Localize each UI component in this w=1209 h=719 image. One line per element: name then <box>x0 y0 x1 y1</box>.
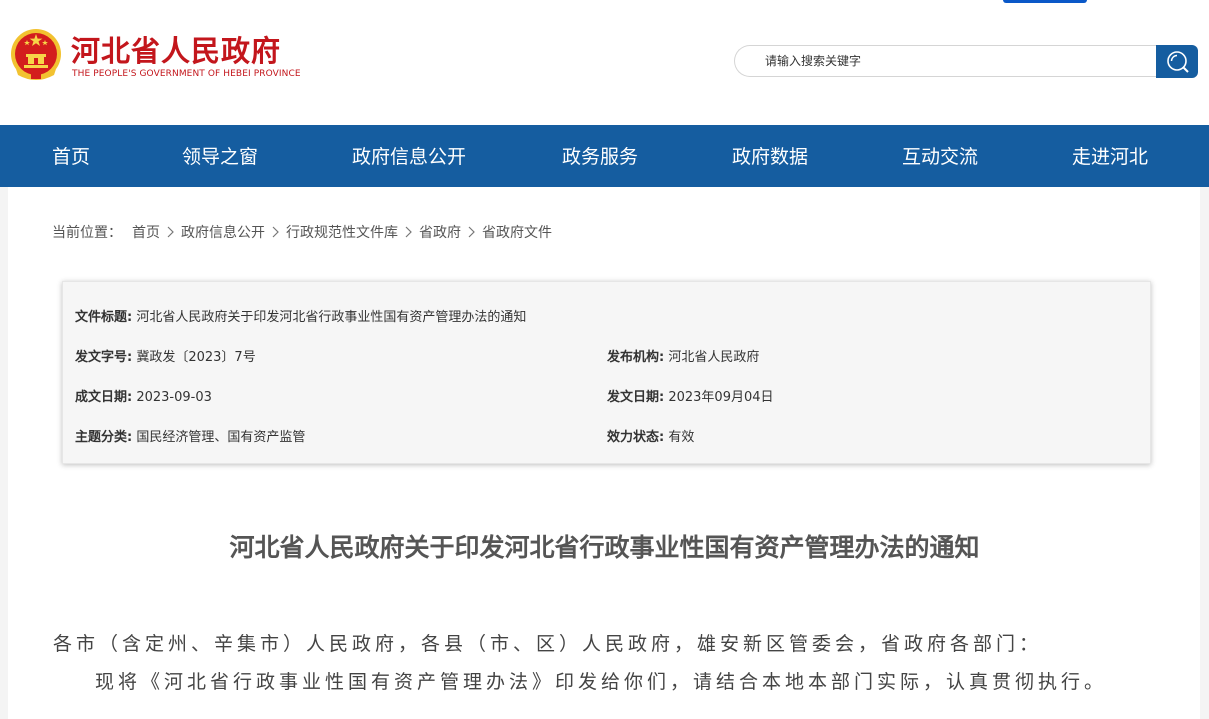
doc-category-label: 主题分类: <box>75 430 133 445</box>
search-box <box>734 45 1156 77</box>
document-info-box: 文件标题: 河北省人民政府关于印发河北省行政事业性国有资产管理办法的通知 发文字… <box>62 281 1151 464</box>
chevron-right-icon <box>167 226 174 238</box>
breadcrumb-gov-info[interactable]: 政府信息公开 <box>181 222 265 242</box>
nav-gov-data[interactable]: 政府数据 <box>732 125 808 187</box>
doc-written-date-value: 2023-09-03 <box>136 390 212 405</box>
doc-written-date-label: 成文日期: <box>75 390 133 405</box>
chevron-right-icon <box>468 226 475 238</box>
doc-issuer-value: 河北省人民政府 <box>668 350 760 365</box>
top-accent-bar <box>1003 0 1087 3</box>
search-icon <box>1167 50 1189 73</box>
site-header: 河北省人民政府 THE PEOPLE'S GOVERNMENT OF HEBEI… <box>0 0 1209 125</box>
nav-home[interactable]: 首页 <box>52 125 90 187</box>
chevron-right-icon <box>272 226 279 238</box>
doc-number-label: 发文字号: <box>75 350 133 365</box>
doc-written-date-row: 成文日期: 2023-09-03 <box>75 386 212 405</box>
breadcrumb-prefix: 当前位置： <box>52 225 122 241</box>
doc-title-row: 文件标题: 河北省人民政府关于印发河北省行政事业性国有资产管理办法的通知 <box>75 306 526 325</box>
doc-issued-date-row: 发文日期: 2023年09月04日 <box>607 386 774 405</box>
doc-category-row: 主题分类: 国民经济管理、国有资产监管 <box>75 426 305 445</box>
doc-number-value: 冀政发〔2023〕7号 <box>136 350 256 365</box>
breadcrumb-normative-docs[interactable]: 行政规范性文件库 <box>286 222 398 242</box>
breadcrumb-provincial-gov[interactable]: 省政府 <box>419 222 461 242</box>
article-body-paragraph: 现将《河北省行政事业性国有资产管理办法》印发给你们，请结合本地本部门实际，认真贯… <box>95 671 1108 693</box>
article-salutation: 各市（含定州、辛集市）人民政府，各县（市、区）人民政府，雄安新区管委会，省政府各… <box>53 633 1043 655</box>
site-logo-subtitle[interactable]: THE PEOPLE'S GOVERNMENT OF HEBEI PROVINC… <box>72 69 301 79</box>
nav-interaction[interactable]: 互动交流 <box>902 125 978 187</box>
breadcrumb-provincial-docs[interactable]: 省政府文件 <box>482 222 552 242</box>
doc-number-row: 发文字号: 冀政发〔2023〕7号 <box>75 346 256 365</box>
breadcrumb: 当前位置： 首页 政府信息公开 行政规范性文件库 省政府 省政府文件 <box>52 222 552 242</box>
doc-issuer-label: 发布机构: <box>607 350 665 365</box>
main-nav: 首页 领导之窗 政府信息公开 政务服务 政府数据 互动交流 走进河北 <box>0 125 1209 187</box>
breadcrumb-home[interactable]: 首页 <box>132 222 160 242</box>
search-button[interactable] <box>1156 45 1198 78</box>
doc-issued-date-value: 2023年09月04日 <box>668 390 774 405</box>
doc-title-label: 文件标题: <box>75 310 133 325</box>
doc-category-value: 国民经济管理、国有资产监管 <box>136 430 306 445</box>
national-emblem-icon[interactable] <box>10 27 62 82</box>
search-input[interactable] <box>765 46 1135 76</box>
article-title: 河北省人民政府关于印发河北省行政事业性国有资产管理办法的通知 <box>229 533 980 562</box>
doc-status-label: 效力状态: <box>607 430 665 445</box>
doc-title-value: 河北省人民政府关于印发河北省行政事业性国有资产管理办法的通知 <box>136 310 527 325</box>
doc-status-row: 效力状态: 有效 <box>607 426 694 445</box>
site-logo-title[interactable]: 河北省人民政府 <box>71 28 281 70</box>
nav-about-hebei[interactable]: 走进河北 <box>1072 125 1148 187</box>
doc-issuer-row: 发布机构: 河北省人民政府 <box>607 346 759 365</box>
nav-leaders[interactable]: 领导之窗 <box>182 125 258 187</box>
doc-status-value: 有效 <box>668 430 695 445</box>
chevron-right-icon <box>405 226 412 238</box>
nav-gov-info[interactable]: 政府信息公开 <box>352 125 466 187</box>
doc-issued-date-label: 发文日期: <box>607 390 665 405</box>
nav-services[interactable]: 政务服务 <box>562 125 638 187</box>
